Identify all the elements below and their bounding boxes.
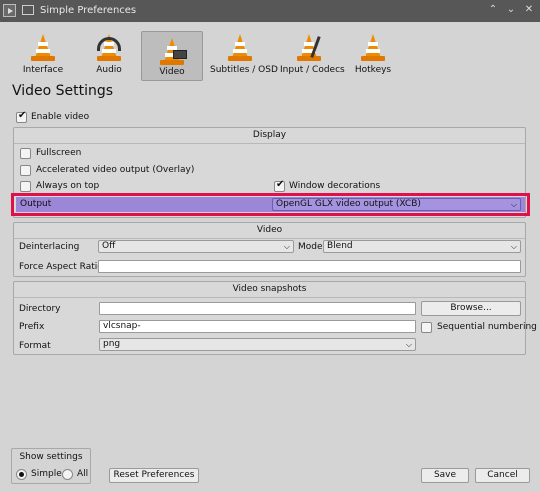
chevron-down-icon: ⌵ (283, 242, 290, 251)
accelerated-output-label: Accelerated video output (Overlay) (36, 165, 195, 175)
display-group-title: Display (252, 130, 287, 140)
close-icon[interactable]: ✕ (523, 4, 535, 16)
category-hotkeys[interactable]: Hotkeys (350, 28, 396, 78)
enable-video-checkbox[interactable] (16, 110, 27, 123)
directory-label: Directory (19, 304, 61, 314)
accelerated-output-checkbox[interactable] (20, 165, 31, 176)
window-decorations-checkbox[interactable] (274, 179, 285, 192)
simple-label: Simple (31, 469, 62, 479)
enable-video-label: Enable video (31, 112, 90, 122)
title-bar: Simple Preferences ⌃ ⌄ ✕ (0, 0, 540, 22)
category-audio[interactable]: Audio (86, 28, 132, 78)
chevron-down-icon: ⌵ (510, 242, 517, 251)
deinterlacing-label: Deinterlacing (19, 242, 80, 252)
browse-button[interactable]: Browse... (421, 301, 521, 316)
deinterlacing-select-value: Off (102, 241, 116, 251)
chevron-down-icon: ⌵ (510, 200, 517, 209)
headphones-cone-icon (94, 32, 124, 62)
category-input-codecs[interactable]: Input / Codecs (280, 28, 345, 78)
reset-preferences-button[interactable]: Reset Preferences (109, 468, 199, 483)
category-interface[interactable]: Interface (20, 28, 66, 78)
prefix-label: Prefix (19, 322, 45, 332)
film-cone-icon (157, 36, 187, 66)
window-title: Simple Preferences (40, 5, 137, 16)
always-on-top-label: Always on top (36, 181, 100, 191)
fullscreen-label: Fullscreen (36, 148, 82, 158)
prefix-input[interactable]: vlcsnap- (99, 320, 416, 333)
chevron-down-icon: ⌵ (405, 340, 412, 349)
all-label: All (77, 469, 89, 479)
simple-radio[interactable] (16, 469, 27, 480)
format-select[interactable]: png ⌵ (99, 338, 416, 351)
always-on-top-checkbox[interactable] (20, 181, 31, 192)
directory-input[interactable] (99, 302, 416, 315)
output-select-value: OpenGL GLX video output (XCB) (276, 199, 421, 209)
page-title: Video Settings (12, 83, 114, 99)
category-subtitles-osd[interactable]: Subtitles / OSD (210, 28, 278, 78)
hotkeys-cone-icon (358, 32, 388, 62)
window-icon (22, 5, 34, 15)
category-video[interactable]: Video (141, 31, 203, 81)
keep-above-icon[interactable]: ⌃ (487, 4, 499, 16)
deinterlacing-select[interactable]: Off ⌵ (98, 240, 294, 253)
mode-label: Mode (298, 242, 323, 252)
show-settings-title: Show settings (19, 452, 83, 462)
vlc-cone-icon (28, 32, 58, 62)
aspect-ratio-input[interactable] (98, 260, 521, 273)
input-codecs-cone-icon (294, 32, 324, 62)
sequential-numbering-checkbox[interactable] (421, 322, 432, 333)
mode-select[interactable]: Blend ⌵ (323, 240, 521, 253)
format-label: Format (19, 341, 51, 351)
format-select-value: png (103, 339, 121, 349)
app-menu-icon[interactable] (3, 4, 16, 17)
all-radio[interactable] (62, 469, 73, 480)
sequential-numbering-label: Sequential numbering (437, 322, 537, 332)
save-button[interactable]: Save (421, 468, 469, 483)
mode-select-value: Blend (327, 241, 353, 251)
subtitles-cone-icon (225, 32, 255, 62)
output-label: Output (20, 199, 52, 209)
cancel-button[interactable]: Cancel (475, 468, 530, 483)
window-decorations-label: Window decorations (289, 181, 381, 191)
output-select[interactable]: OpenGL GLX video output (XCB) ⌵ (272, 198, 521, 211)
fullscreen-checkbox[interactable] (20, 148, 31, 159)
minimize-icon[interactable]: ⌄ (505, 4, 517, 16)
snapshots-group-title: Video snapshots (232, 284, 307, 294)
aspect-ratio-label: Force Aspect Ratio (19, 262, 103, 272)
category-bar: Interface Audio Video Subtitles / OSD In… (0, 28, 540, 81)
video-group-title: Video (256, 225, 283, 235)
